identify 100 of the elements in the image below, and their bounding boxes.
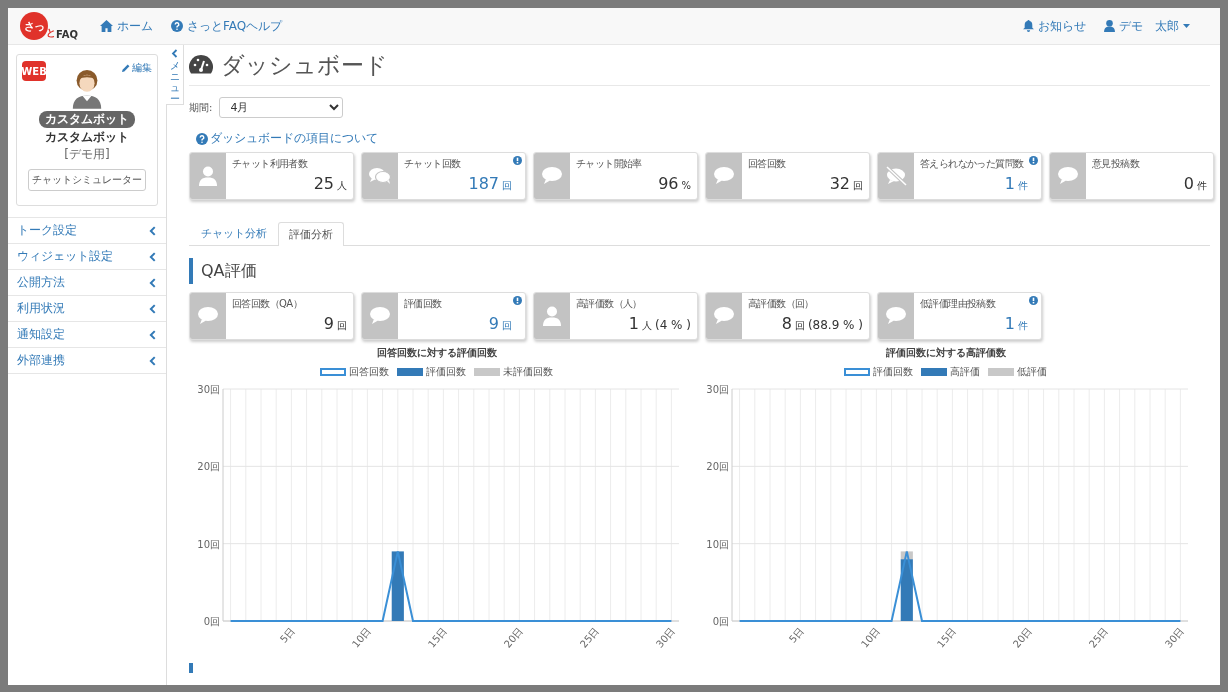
section-marker: [189, 662, 193, 673]
chat-simulator-button[interactable]: チャットシミュレーター: [28, 169, 146, 191]
stat-label: 高評価数（回）: [748, 296, 814, 311]
sidebar-item[interactable]: トーク設定: [8, 217, 166, 243]
stat-unit: 回: [502, 178, 512, 193]
chevron-left-icon: [149, 329, 156, 340]
x-tick-label: 30日: [653, 624, 677, 650]
bot-name: カスタムボット: [45, 129, 129, 146]
x-tick-label: 5日: [278, 624, 297, 645]
chat-bubble-icon: [1058, 167, 1078, 184]
user-icon: [543, 305, 561, 326]
stat-label: 回答回数: [748, 156, 786, 171]
legend-swatch: [474, 368, 500, 376]
tab[interactable]: チャット分析: [190, 221, 278, 245]
chat-bubble-icon: [714, 167, 734, 184]
stat-label: 答えられなかった質問数: [920, 156, 1024, 171]
info-icon[interactable]: [1029, 295, 1038, 305]
legend-swatch: [320, 368, 346, 376]
legend-swatch: [844, 368, 870, 376]
x-tick-label: 30日: [1162, 624, 1186, 650]
chevron-left-icon: [149, 251, 156, 262]
stat-unit: 回: [502, 318, 512, 333]
help-link[interactable]: ダッシュボードの項目について: [196, 130, 378, 147]
nav-link[interactable]: お知らせ: [1023, 17, 1086, 35]
legend-label: 評価回数: [426, 365, 466, 379]
y-tick-label: 10回: [197, 538, 220, 550]
help-icon: [170, 20, 183, 32]
stat-percentage: (88.9 % ): [807, 317, 863, 332]
x-tick-label: 10日: [858, 624, 882, 650]
stat-value: 25: [313, 173, 334, 193]
sidebar-item[interactable]: 通知設定: [8, 321, 166, 347]
chart-title: 回答回数に対する評価回数: [376, 345, 497, 360]
stat-unit: 回: [853, 178, 863, 193]
stat-label: 評価回数: [404, 296, 442, 311]
sidebar-item[interactable]: 公開方法: [8, 269, 166, 295]
x-tick-label: 25日: [577, 624, 601, 650]
page-title: ダッシュボード: [221, 50, 388, 80]
logo[interactable]: さっ と FAQ: [20, 12, 78, 40]
bell-icon: [1023, 20, 1034, 32]
menu-toggle[interactable]: メニュー: [166, 45, 184, 105]
stat-label: 意見投稿数: [1092, 156, 1139, 171]
stat-value: 0: [1183, 173, 1194, 193]
stat-value: 1: [628, 313, 639, 333]
info-icon[interactable]: [1029, 155, 1038, 165]
x-tick-label: 5日: [787, 624, 806, 645]
dashboard-icon: [189, 55, 213, 75]
pencil-icon: [122, 64, 130, 72]
stat-value: 9: [323, 313, 334, 333]
stat-value: 1: [1004, 173, 1015, 193]
muted-chat-icon: [885, 165, 907, 186]
legend-swatch: [921, 368, 947, 376]
stat-percentage: (4 % ): [654, 317, 691, 332]
legend-swatch: [397, 368, 423, 376]
sidebar-item[interactable]: ウィジェット設定: [8, 243, 166, 269]
stat-value: 9: [488, 313, 499, 333]
legend-swatch: [988, 368, 1014, 376]
chat-bubble-icon: [714, 307, 734, 324]
home-icon: [99, 20, 113, 32]
web-badge: WEB: [22, 61, 46, 81]
chevron-left-icon: [149, 355, 156, 366]
chat-bubble-icon: [542, 167, 562, 184]
nav-link[interactable]: さっとFAQヘルプ: [170, 17, 283, 35]
stat-unit: 人: [337, 178, 347, 193]
stat-unit: 件: [1197, 178, 1207, 193]
stat-value: 96: [658, 173, 679, 193]
stat-unit: 回: [337, 318, 347, 333]
stat-label: 回答回数（QA）: [232, 296, 302, 311]
stat-unit: 件: [1018, 318, 1028, 333]
chevron-left-icon: [149, 303, 156, 314]
info-icon[interactable]: [513, 155, 522, 165]
stat-unit: %: [681, 179, 691, 191]
stat-label: チャット回数: [404, 156, 461, 171]
x-tick-label: 20日: [1010, 624, 1034, 650]
user-icon: [1104, 20, 1115, 32]
info-icon[interactable]: [513, 295, 522, 305]
caret-icon: [1183, 23, 1190, 29]
chat-bubble-icon: [370, 307, 390, 324]
stat-unit: 回: [794, 318, 805, 333]
stat-label: チャット利用者数: [232, 156, 308, 171]
period-label: 期間:: [189, 100, 213, 115]
nav-link[interactable]: デモ 太郎: [1104, 17, 1190, 35]
y-tick-label: 0回: [203, 615, 220, 627]
x-tick-label: 10日: [349, 624, 373, 650]
edit-link[interactable]: 編集: [122, 61, 152, 75]
tab[interactable]: 評価分析: [278, 221, 344, 246]
stat-value: 8: [781, 313, 792, 333]
chat-bubble-icon: [198, 307, 218, 324]
nav-link[interactable]: ホーム: [99, 17, 153, 35]
sidebar-item[interactable]: 利用状況: [8, 295, 166, 321]
stat-unit: 件: [1018, 178, 1028, 193]
stat-value: 32: [829, 173, 850, 193]
legend-label: 高評価: [950, 365, 980, 379]
help-icon: [196, 132, 208, 145]
chart-title: 評価回数に対する高評価数: [885, 345, 1006, 360]
legend-label: 低評価: [1017, 365, 1047, 379]
bot-type-badge: カスタムボット: [39, 111, 135, 128]
x-tick-label: 15日: [425, 624, 449, 650]
y-tick-label: 20回: [197, 460, 220, 472]
sidebar-item[interactable]: 外部連携: [8, 347, 166, 374]
period-select[interactable]: 4月: [219, 97, 344, 118]
